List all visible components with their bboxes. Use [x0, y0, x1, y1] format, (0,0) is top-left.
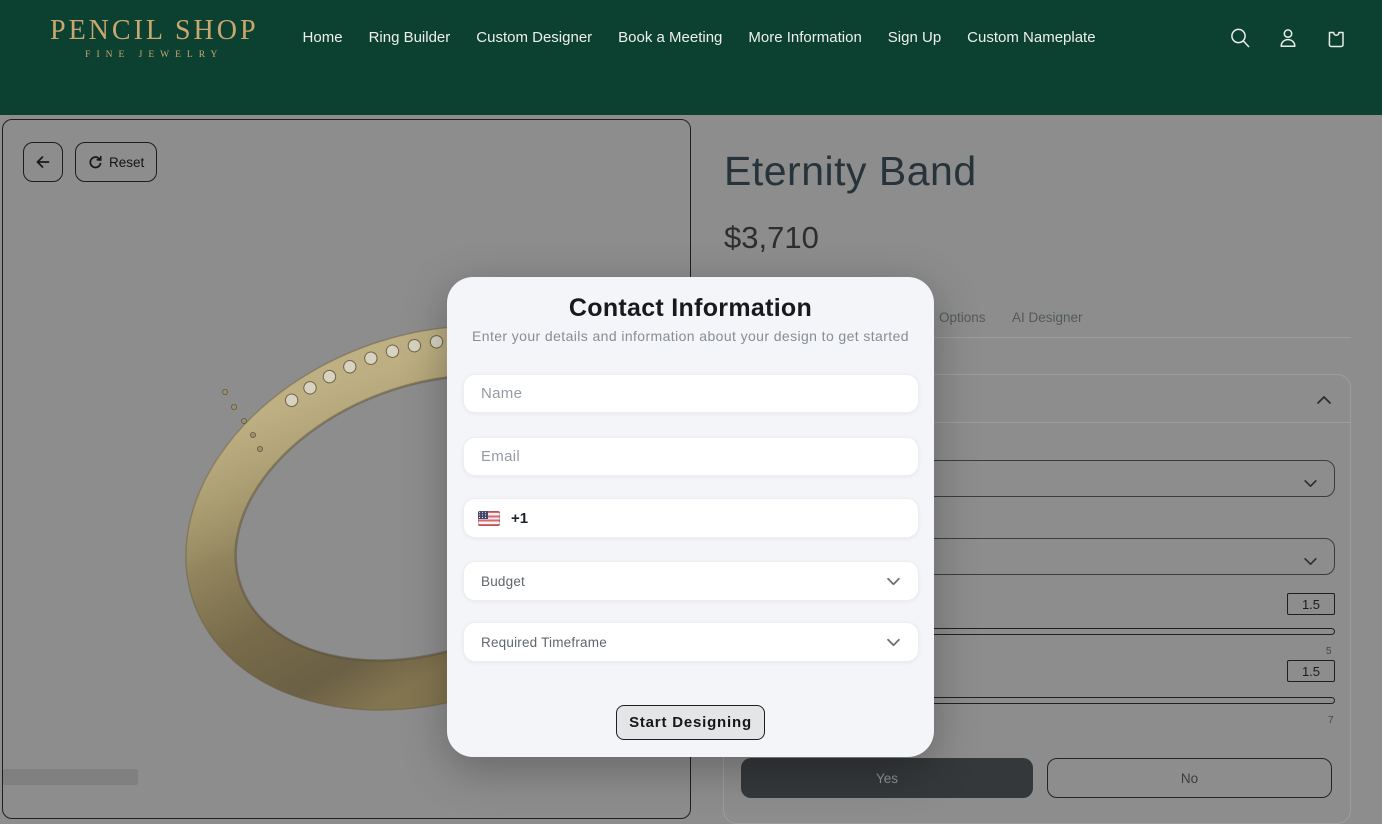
timeframe-select-label: Required Timeframe — [481, 634, 607, 650]
modal-title: Contact Information — [568, 294, 813, 322]
nav-home[interactable]: Home — [303, 29, 343, 46]
product-price: $3,710 — [724, 220, 819, 255]
reset-icon — [88, 155, 103, 170]
tab-ai-designer[interactable]: AI Designer — [1012, 310, 1083, 325]
modal-subtitle: Enter your details and information about… — [472, 328, 909, 344]
chevron-down-icon — [886, 577, 901, 586]
shop-logo-title: PENCIL SHOP — [50, 15, 259, 46]
chevron-down-icon — [1303, 553, 1318, 571]
nav-custom-designer[interactable]: Custom Designer — [476, 29, 592, 46]
main-nav: Home Ring Builder Custom Designer Book a… — [303, 29, 1096, 46]
yes-button[interactable]: Yes — [741, 758, 1033, 798]
nav-more-information[interactable]: More Information — [748, 29, 861, 46]
contact-information-modal: Contact Information Enter your details a… — [447, 277, 934, 757]
search-icon[interactable] — [1228, 26, 1252, 50]
shop-logo[interactable]: PENCIL SHOP FINE JEWELRY — [50, 15, 259, 60]
slider-max-label-1: 5 — [1326, 646, 1332, 657]
email-input[interactable] — [463, 437, 919, 476]
nav-custom-nameplate[interactable]: Custom Nameplate — [967, 29, 1095, 46]
us-flag-icon[interactable] — [478, 510, 500, 526]
product-title: Eternity Band — [724, 148, 977, 194]
nav-ring-builder[interactable]: Ring Builder — [369, 29, 451, 46]
phone-input[interactable]: +1 — [463, 498, 919, 538]
nav-book-a-meeting[interactable]: Book a Meeting — [618, 29, 722, 46]
chevron-down-icon — [1303, 475, 1318, 493]
chevron-down-icon — [886, 638, 901, 647]
phone-country-code: +1 — [511, 509, 529, 527]
slider-value-input-1[interactable] — [1287, 593, 1335, 615]
reset-button[interactable]: Reset — [75, 142, 158, 182]
chevron-up-icon — [1316, 392, 1332, 410]
start-designing-button[interactable]: Start Designing — [616, 705, 765, 740]
cart-icon[interactable] — [1324, 26, 1348, 50]
no-button[interactable]: No — [1047, 758, 1332, 798]
slider-value-input-2[interactable] — [1287, 660, 1335, 682]
slider-max-label-2: 7 — [1328, 715, 1334, 726]
nav-sign-up[interactable]: Sign Up — [888, 29, 941, 46]
name-input[interactable] — [463, 374, 919, 413]
tab-options[interactable]: Options — [939, 310, 986, 325]
budget-select[interactable]: Budget — [463, 561, 919, 601]
back-button[interactable] — [23, 142, 63, 182]
back-arrow-icon — [33, 152, 53, 172]
reset-label: Reset — [109, 154, 145, 170]
viewer-watermark — [3, 769, 138, 785]
account-icon[interactable] — [1276, 26, 1300, 50]
shop-logo-subtitle: FINE JEWELRY — [85, 50, 224, 60]
site-header: PENCIL SHOP FINE JEWELRY Home Ring Build… — [0, 0, 1382, 115]
timeframe-select[interactable]: Required Timeframe — [463, 622, 919, 662]
budget-select-label: Budget — [481, 573, 525, 589]
